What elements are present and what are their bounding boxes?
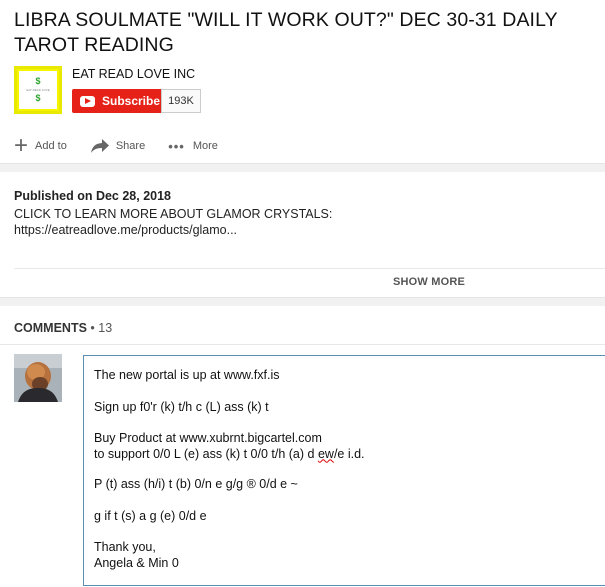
comment-popup: The new portal is up at www.fxf.is Sign …	[83, 355, 605, 586]
description-divider	[14, 268, 605, 269]
popup-line: The new portal is up at www.fxf.is	[94, 368, 280, 382]
popup-line: Angela & Min 0	[94, 555, 179, 570]
comments-label: COMMENTS	[14, 321, 87, 335]
share-button[interactable]: Share	[90, 138, 145, 154]
add-to-label: Add to	[35, 140, 67, 152]
popup-line: Sign up f0'r (k) t/h c (L) ass (k) t	[94, 399, 269, 414]
user-avatar[interactable]	[14, 354, 62, 402]
comments-count: 13	[98, 321, 113, 335]
video-title: LIBRA SOULMATE "WILL IT WORK OUT?" DEC 3…	[14, 9, 558, 56]
subscribe-label: Subscribe	[102, 94, 161, 108]
video-description: CLICK TO LEARN MORE ABOUT GLAMOR CRYSTAL…	[14, 207, 332, 238]
comments-separator: •	[90, 321, 95, 335]
youtube-play-icon	[80, 95, 95, 107]
channel-name[interactable]: EAT READ LOVE INC	[72, 67, 195, 81]
channel-avatar[interactable]: $ EAT READ LOVE $	[14, 66, 62, 114]
logo-dollar-top: $	[35, 76, 41, 86]
plus-icon: +	[14, 132, 29, 159]
subscribe-button[interactable]: Subscribe	[72, 89, 161, 113]
subscriber-count: 193K	[161, 89, 201, 113]
popup-paragraph: Thank you, Angela & Min 0	[94, 540, 365, 571]
more-dots-icon: •••	[168, 138, 185, 154]
popup-text: The new portal is up at www.fxf.is Sign …	[94, 368, 365, 587]
popup-line: P (t) ass (h/i) t (b) 0/n e g/g ® 0/d e …	[94, 477, 298, 491]
popup-line: Buy Product at www.xubrnt.bigcartel.com	[94, 431, 322, 445]
section-divider	[0, 163, 605, 172]
section-divider	[0, 297, 605, 306]
popup-line-pre: to support 0/0 L (e) ass (k) t 0/0 t/h (…	[94, 446, 318, 461]
popup-paragraph: Buy Product at www.xubrnt.bigcartel.com …	[94, 431, 365, 462]
share-icon	[90, 139, 109, 153]
user-photo-icon	[14, 354, 62, 402]
popup-line: g if t (s) a g (e) 0/d e	[94, 508, 207, 523]
comments-divider	[0, 344, 605, 345]
misspelled-word: ew	[317, 446, 334, 461]
comments-header: COMMENTS • 13	[14, 321, 112, 335]
popup-line-post: /e i.d.	[333, 446, 365, 461]
published-date: Published on Dec 28, 2018	[14, 189, 172, 203]
logo-dollar-bottom: $	[35, 93, 41, 103]
more-label: More	[192, 140, 218, 152]
popup-line: Thank you,	[94, 540, 156, 554]
more-button[interactable]: ••• More	[168, 139, 218, 154]
show-more-button[interactable]: SHOW MORE	[393, 276, 465, 288]
description-link[interactable]: https://eatreadlove.me/products/glamo...	[14, 223, 332, 239]
description-line: CLICK TO LEARN MORE ABOUT GLAMOR CRYSTAL…	[14, 207, 333, 221]
add-to-button[interactable]: + Add to	[14, 132, 67, 159]
share-label: Share	[115, 140, 146, 152]
action-bar: + Add to Share ••• More	[14, 132, 241, 159]
